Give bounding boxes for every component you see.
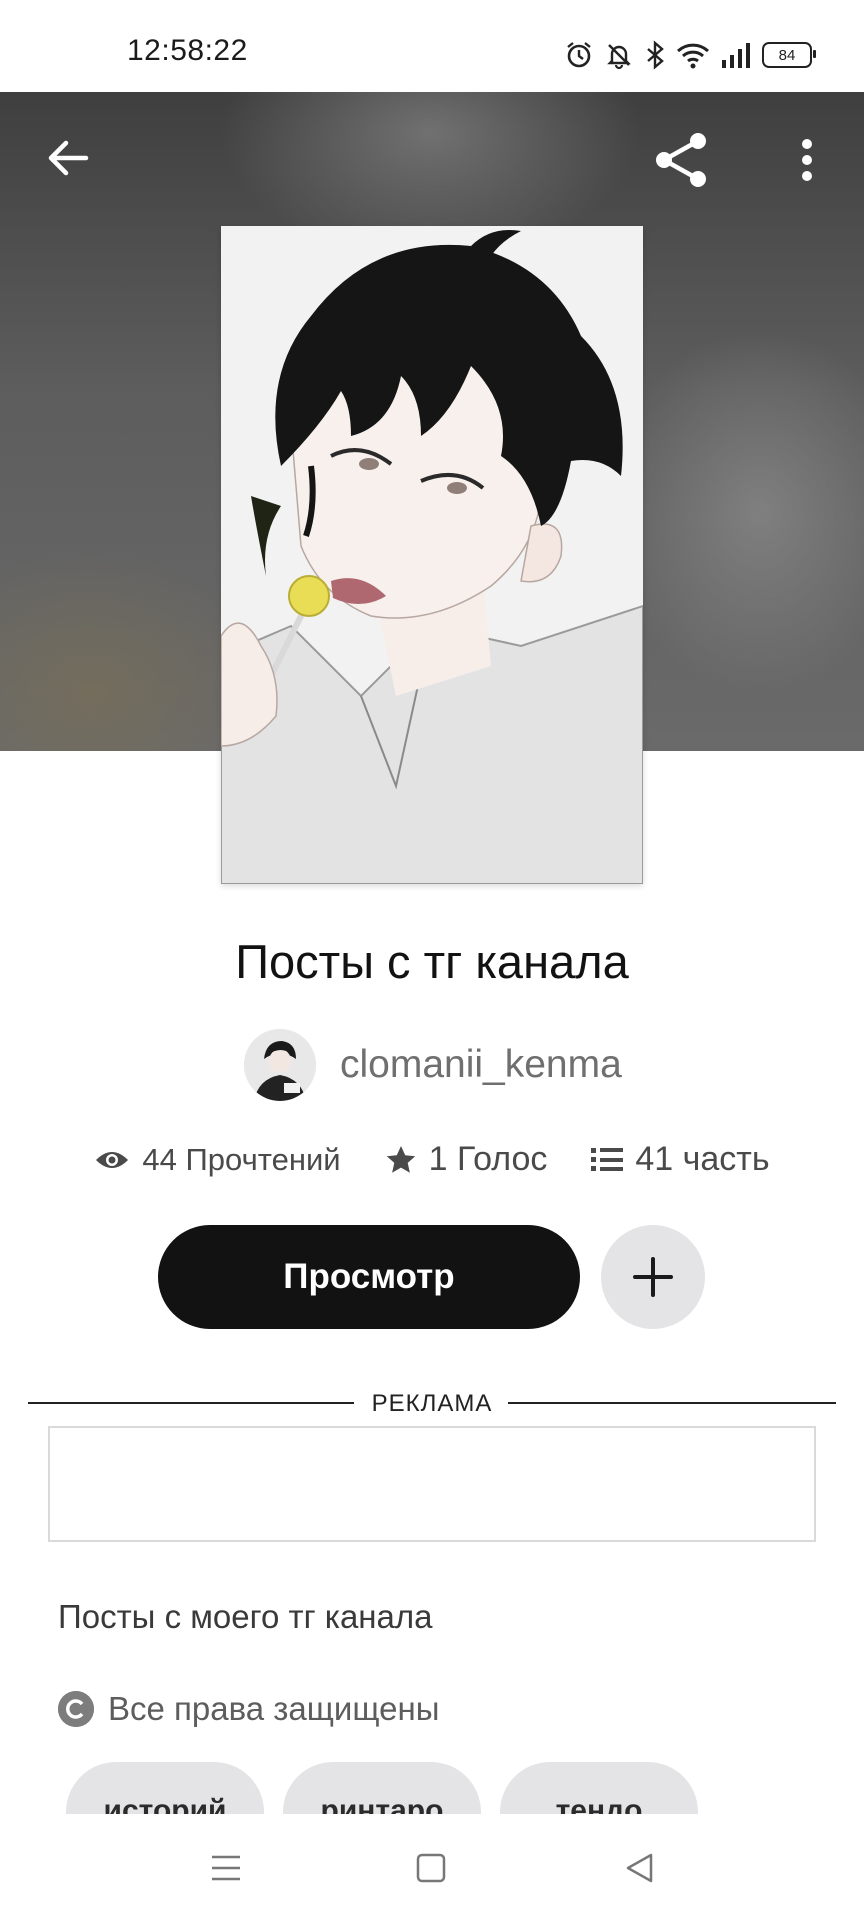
tag-chip[interactable]: ринтаро bbox=[283, 1762, 481, 1814]
story-stats: 44 Прочтений 1 Голос 41 часть bbox=[0, 1140, 864, 1179]
add-to-library-button[interactable] bbox=[601, 1225, 705, 1329]
eye-icon bbox=[96, 1151, 129, 1168]
back-button[interactable] bbox=[40, 130, 96, 186]
more-options-button[interactable] bbox=[790, 130, 824, 190]
bell-off-icon bbox=[604, 40, 634, 70]
battery-level: 84 bbox=[778, 46, 796, 64]
parts-count: 41 часть bbox=[635, 1140, 770, 1178]
story-title: Посты с тг канала bbox=[235, 935, 629, 988]
copyright-icon bbox=[58, 1691, 94, 1727]
ad-label: РЕКЛАМА bbox=[371, 1390, 493, 1417]
author-name[interactable]: clomanii_kenma bbox=[340, 1043, 622, 1087]
read-button[interactable]: Просмотр bbox=[158, 1225, 580, 1329]
plus-icon bbox=[633, 1257, 673, 1297]
bluetooth-icon bbox=[644, 40, 666, 70]
signal-icon bbox=[720, 40, 752, 70]
battery-icon: 84 bbox=[762, 42, 816, 68]
menu-icon bbox=[212, 1855, 240, 1881]
star-icon bbox=[386, 1145, 415, 1173]
back-arrow-icon bbox=[48, 140, 89, 176]
nav-back-button[interactable] bbox=[614, 1848, 664, 1888]
reads-count: 44 Прочтений bbox=[142, 1141, 341, 1177]
author-avatar[interactable] bbox=[244, 1029, 316, 1101]
list-icon bbox=[591, 1147, 624, 1171]
home-square-icon bbox=[416, 1853, 446, 1883]
copyright-text: Все права защищены bbox=[108, 1690, 440, 1727]
votes-stat: 1 Голос bbox=[385, 1140, 548, 1179]
more-vertical-icon bbox=[802, 139, 812, 181]
status-time: 12:58:22 bbox=[127, 34, 248, 67]
status-bar: 12:58:22 84 bbox=[0, 0, 864, 92]
tag-chip[interactable]: тендо bbox=[500, 1762, 698, 1814]
votes-count: 1 Голос bbox=[428, 1140, 548, 1178]
nav-home-button[interactable] bbox=[406, 1848, 456, 1888]
story-cover-image[interactable] bbox=[221, 226, 643, 884]
nav-menu-button[interactable] bbox=[201, 1848, 251, 1888]
system-nav-bar bbox=[0, 1814, 864, 1920]
story-description: Посты с моего тг канала bbox=[58, 1598, 433, 1635]
copyright-info: Все права защищены bbox=[58, 1690, 439, 1728]
ad-banner[interactable] bbox=[48, 1426, 816, 1542]
author-link[interactable]: clomanii_kenma bbox=[244, 1029, 622, 1101]
wifi-icon bbox=[676, 40, 710, 70]
parts-stat: 41 часть bbox=[591, 1140, 770, 1179]
share-icon bbox=[656, 133, 706, 187]
tags-row: историй ринтаро тендо bbox=[66, 1762, 846, 1814]
alarm-icon bbox=[564, 40, 594, 70]
tag-chip[interactable]: историй bbox=[66, 1762, 264, 1814]
share-button[interactable] bbox=[650, 128, 714, 192]
back-triangle-icon bbox=[626, 1853, 653, 1883]
status-icons: 84 bbox=[564, 38, 816, 72]
ad-separator: РЕКЛАМА bbox=[28, 1390, 836, 1420]
reads-stat: 44 Прочтений bbox=[94, 1141, 341, 1178]
